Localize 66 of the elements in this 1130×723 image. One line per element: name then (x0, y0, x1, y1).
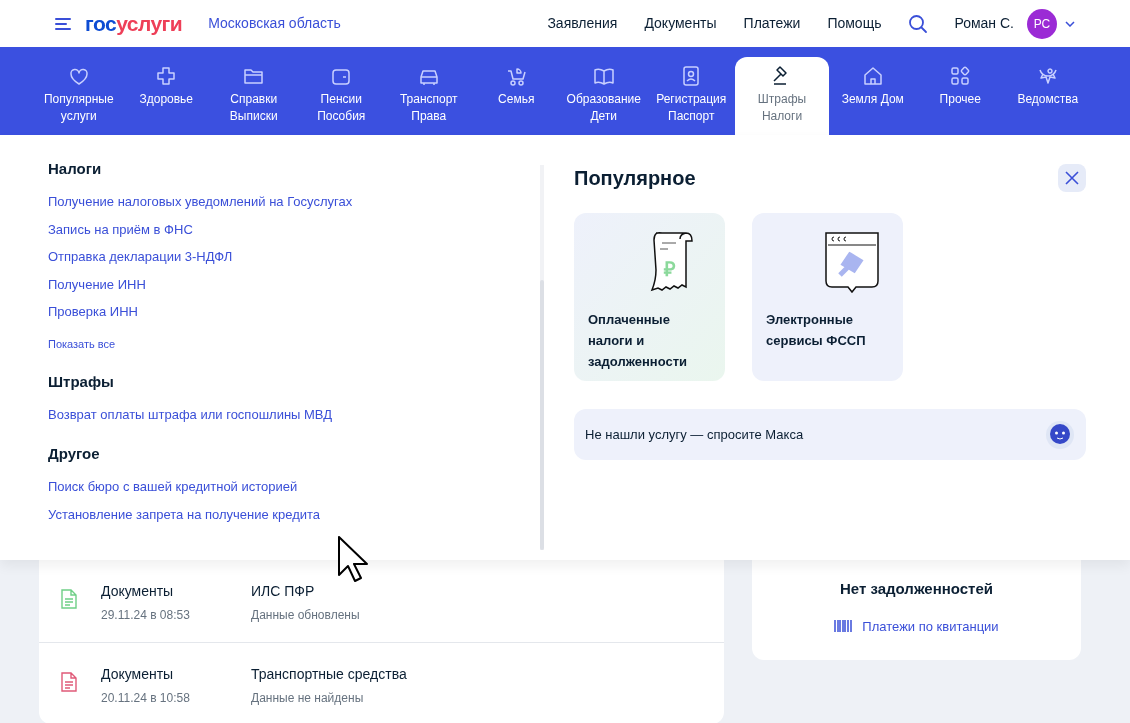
document-icon (61, 672, 77, 692)
ask-assistant-text: Не нашли услугу — спросите Макса (585, 425, 804, 444)
user-avatar[interactable]: РС (1027, 8, 1057, 39)
nav-link[interactable]: Заявления (547, 13, 618, 34)
category-tab[interactable]: Здоровье (122, 57, 210, 135)
category-tab[interactable]: Транспорт Права (385, 57, 473, 135)
book-icon (592, 65, 615, 87)
stroller-icon (505, 65, 528, 87)
barcode-icon (834, 620, 853, 633)
event-type: Документы (101, 665, 175, 684)
event-date: 29.11.24 в 08:53 (101, 607, 191, 624)
eagle-icon (1036, 65, 1059, 87)
user-name[interactable]: Роман С. (954, 13, 1014, 34)
service-link[interactable]: Отправка декларации 3-НДФЛ (48, 249, 520, 265)
category-tab[interactable]: Популярные услуги (35, 57, 123, 135)
close-icon (1064, 170, 1080, 186)
nav-link[interactable]: Платежи (743, 13, 801, 34)
debts-status: Нет задолженностей (839, 579, 993, 599)
service-link[interactable]: Проверка ИНН (48, 304, 520, 320)
nav-link[interactable]: Документы (644, 13, 717, 34)
section-heading: Популярное (574, 166, 696, 191)
service-link[interactable]: Запись на приём в ФНС (48, 221, 520, 238)
service-link[interactable]: Возврат оплаты штрафа или госпошлины МВД (48, 407, 520, 423)
ruble-sign: ₽ (664, 259, 676, 279)
card-title: Оплаченные налоги и задолженности (587, 311, 688, 371)
event-title: ИЛС ПФР (251, 582, 316, 601)
event-status: Данные обновлены (251, 607, 360, 624)
category-tab[interactable]: Образование Дети (560, 57, 648, 135)
category-tab[interactable]: Ведомства (1004, 57, 1092, 135)
event-date: 20.11.24 в 10:58 (101, 690, 191, 707)
ask-assistant-bar[interactable]: Не нашли услугу — спросите Макса (574, 409, 1086, 460)
category-tab[interactable]: Штрафы Налоги (735, 57, 829, 135)
event-status: Данные не найдены (251, 690, 365, 707)
service-card[interactable]: ₽ Оплаченные налоги и задолженности (574, 213, 725, 381)
card-title: Электронные сервисы ФССП (765, 311, 867, 350)
service-link[interactable]: Установление запрета на получение кредита (48, 506, 520, 523)
section-heading: Другое (48, 445, 101, 463)
section-heading: Налоги (48, 160, 103, 178)
search-icon[interactable] (908, 13, 929, 34)
close-button[interactable] (1058, 164, 1086, 192)
chevron-down-icon[interactable] (1065, 20, 1075, 27)
category-tab[interactable]: Семья (472, 57, 560, 135)
grid-icon (949, 65, 972, 87)
category-tab[interactable]: Прочее (916, 57, 1004, 135)
service-link[interactable]: Поиск бюро с вашей кредитной историей (48, 479, 520, 495)
event-type: Документы (101, 582, 175, 601)
show-all-link[interactable]: Показать все (48, 337, 520, 351)
document-icon (61, 589, 77, 609)
robot-avatar-icon (1045, 419, 1075, 450)
category-tab[interactable]: Земля Дом (829, 57, 917, 135)
logo[interactable]: госуслуги (85, 7, 183, 40)
house-icon (861, 65, 884, 87)
event-title: Транспортные средства (251, 665, 407, 684)
service-link[interactable]: Получение налоговых уведомлений на Госуслугах (48, 194, 520, 210)
menu-icon[interactable] (55, 16, 71, 31)
nav-link[interactable]: Помощь (827, 13, 882, 34)
category-tab[interactable]: Справки Выписки (210, 57, 298, 135)
cross-icon (155, 65, 178, 87)
region-link[interactable]: Московская область (208, 13, 341, 34)
section-heading: Штрафы (48, 373, 115, 391)
category-tab[interactable]: Пенсии Пособия (297, 57, 385, 135)
scrollbar-thumb[interactable] (540, 280, 544, 550)
service-link[interactable]: Получение ИНН (48, 276, 520, 293)
service-card[interactable]: Электронные сервисы ФССП (752, 213, 903, 381)
receipt-payments-link[interactable]: Платежи по квитанции (834, 616, 999, 636)
category-tab[interactable]: Регистрация Паспорт (647, 57, 735, 135)
